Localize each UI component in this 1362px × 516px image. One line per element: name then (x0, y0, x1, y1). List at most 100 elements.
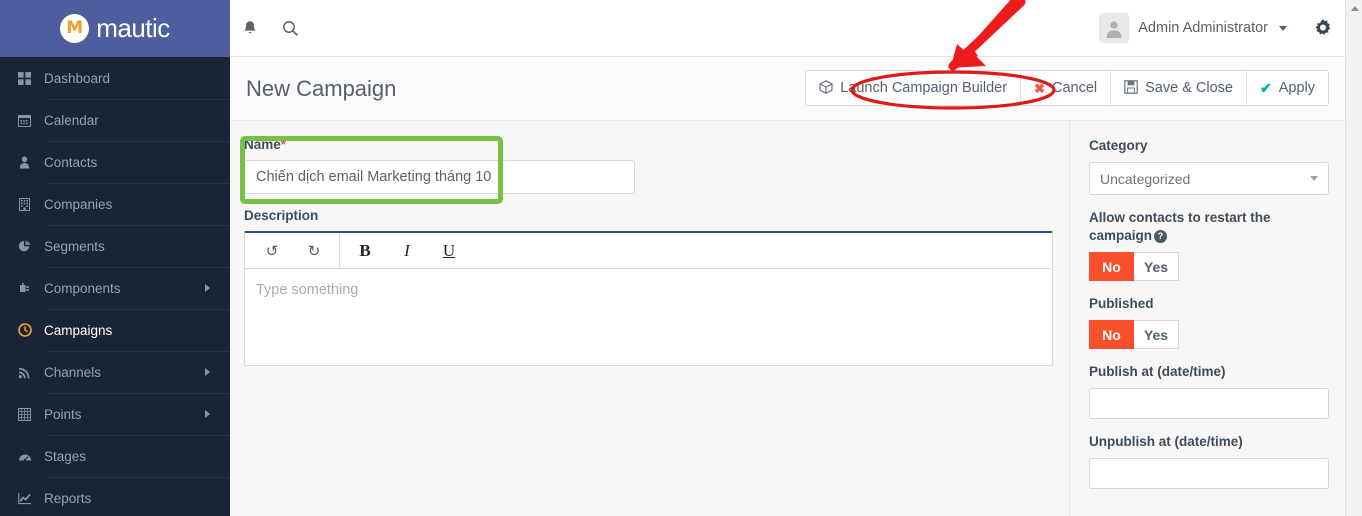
published-no-option[interactable]: No (1089, 320, 1134, 349)
sidebar-item-reports[interactable]: Reports (0, 477, 230, 516)
mautic-campaign-page: M mautic Dashboard Calendar Contacts Com… (0, 0, 1362, 516)
category-group: Category Uncategorized (1089, 137, 1329, 195)
gauge-icon (18, 450, 44, 463)
page-scrollbar[interactable] (1345, 0, 1362, 516)
button-label: Save & Close (1145, 80, 1233, 96)
cube-icon (819, 80, 833, 96)
allow-restart-label-text: Allow contacts to restart the campaign (1089, 210, 1271, 243)
line-chart-icon (18, 492, 44, 505)
category-selected-value: Uncategorized (1100, 170, 1191, 187)
brand-name: mautic (96, 13, 170, 43)
chevron-down-icon (1279, 25, 1287, 31)
description-field-group: Description ↺ ↻ B I U Type something (244, 208, 1053, 366)
bell-icon[interactable] (230, 0, 270, 57)
save-and-close-button[interactable]: Save & Close (1110, 71, 1246, 105)
apply-button[interactable]: ✔ Apply (1245, 71, 1328, 105)
sidebar-item-label: Components (44, 280, 121, 296)
category-select[interactable]: Uncategorized (1089, 162, 1329, 195)
publish-at-group: Publish at (date/time) (1089, 363, 1329, 419)
button-label: Cancel (1051, 80, 1098, 96)
sidebar-item-label: Points (44, 406, 82, 422)
allow-restart-group: Allow contacts to restart the campaign? … (1089, 209, 1327, 281)
sidebar-item-dashboard[interactable]: Dashboard (0, 57, 230, 99)
help-icon[interactable]: ? (1154, 229, 1168, 243)
table-icon (18, 407, 44, 421)
rss-icon (18, 366, 44, 379)
category-label: Category (1089, 138, 1148, 153)
sidebar-item-companies[interactable]: Companies (0, 183, 230, 225)
campaign-settings-panel: Category Uncategorized Allow contacts to… (1071, 121, 1345, 516)
publish-at-label: Publish at (date/time) (1089, 364, 1226, 379)
gear-icon[interactable] (1301, 0, 1345, 57)
sidebar-item-label: Campaigns (44, 322, 113, 338)
building-icon (18, 197, 44, 211)
sidebar: M mautic Dashboard Calendar Contacts Com… (0, 0, 230, 516)
sidebar-item-label: Calendar (44, 112, 99, 128)
calendar-icon (18, 114, 44, 127)
sidebar-item-segments[interactable]: Segments (0, 225, 230, 267)
published-yes-option[interactable]: Yes (1134, 320, 1179, 349)
sidebar-item-label: Segments (44, 238, 105, 254)
sidebar-item-label: Companies (44, 196, 113, 212)
published-label: Published (1089, 296, 1154, 311)
sidebar-item-channels[interactable]: Channels (0, 351, 230, 393)
action-toolbar: Launch Campaign Builder ✖ Cancel Save & … (805, 70, 1329, 106)
pie-chart-icon (18, 240, 44, 253)
sidebar-item-calendar[interactable]: Calendar (0, 99, 230, 141)
unpublish-at-group: Unpublish at (date/time) (1089, 433, 1329, 489)
close-icon: ✖ (1034, 80, 1045, 96)
sidebar-item-contacts[interactable]: Contacts (0, 141, 230, 183)
user-icon (18, 155, 44, 169)
brand-logo[interactable]: M mautic (0, 0, 230, 57)
editor-toolbar: ↺ ↻ B I U (245, 233, 1052, 269)
published-group: Published No Yes (1089, 295, 1327, 349)
description-textarea[interactable]: Type something (245, 269, 1052, 365)
highlight-box-name-field (240, 136, 503, 204)
top-navigation-bar: Admin Administrator (230, 0, 1345, 57)
published-toggle: No Yes (1089, 320, 1327, 349)
sidebar-item-stages[interactable]: Stages (0, 435, 230, 477)
launch-campaign-builder-button[interactable]: Launch Campaign Builder (806, 71, 1021, 105)
allow-restart-toggle: No Yes (1089, 252, 1327, 281)
button-label: Apply (1278, 80, 1315, 96)
toolbar-divider (339, 233, 340, 268)
sidebar-item-points[interactable]: Points (0, 393, 230, 435)
allow-restart-no-option[interactable]: No (1089, 252, 1134, 281)
publish-at-input[interactable] (1089, 388, 1329, 419)
sidebar-item-label: Reports (44, 490, 92, 506)
underline-button[interactable]: U (428, 234, 470, 268)
allow-restart-yes-option[interactable]: Yes (1134, 252, 1179, 281)
logo-letter: M (66, 18, 84, 38)
redo-icon[interactable]: ↻ (293, 234, 335, 268)
grid-icon (18, 71, 44, 85)
clock-icon (18, 323, 44, 337)
user-name-label: Admin Administrator (1138, 20, 1268, 36)
sidebar-item-label: Dashboard (44, 70, 111, 86)
page-title: New Campaign (246, 75, 397, 101)
allow-restart-label: Allow contacts to restart the campaign? (1089, 209, 1327, 245)
avatar-icon (1099, 13, 1130, 43)
description-editor: ↺ ↻ B I U Type something (244, 231, 1053, 366)
bold-button[interactable]: B (344, 234, 386, 268)
page-header: New Campaign Launch Campaign Builder ✖ C… (230, 57, 1345, 121)
sidebar-item-campaigns[interactable]: Campaigns (0, 309, 230, 351)
chevron-right-icon (205, 284, 210, 292)
italic-button[interactable]: I (386, 234, 428, 268)
sidebar-item-components[interactable]: Components (0, 267, 230, 309)
sidebar-item-label: Contacts (44, 154, 98, 170)
chevron-right-icon (205, 368, 210, 376)
undo-icon[interactable]: ↺ (251, 234, 293, 268)
unpublish-at-input[interactable] (1089, 458, 1329, 489)
puzzle-icon (18, 282, 44, 295)
user-menu[interactable]: Admin Administrator (1099, 13, 1301, 43)
chevron-down-icon (1310, 176, 1318, 181)
search-icon[interactable] (270, 0, 310, 57)
sidebar-item-label: Stages (44, 448, 87, 464)
button-label: Launch Campaign Builder (840, 80, 1008, 96)
scroll-up-arrow-icon[interactable] (1346, 0, 1362, 17)
description-label: Description (244, 208, 319, 223)
cancel-button[interactable]: ✖ Cancel (1020, 71, 1111, 105)
sidebar-item-label: Channels (44, 364, 102, 380)
save-icon (1124, 80, 1138, 96)
chevron-right-icon (205, 410, 210, 418)
